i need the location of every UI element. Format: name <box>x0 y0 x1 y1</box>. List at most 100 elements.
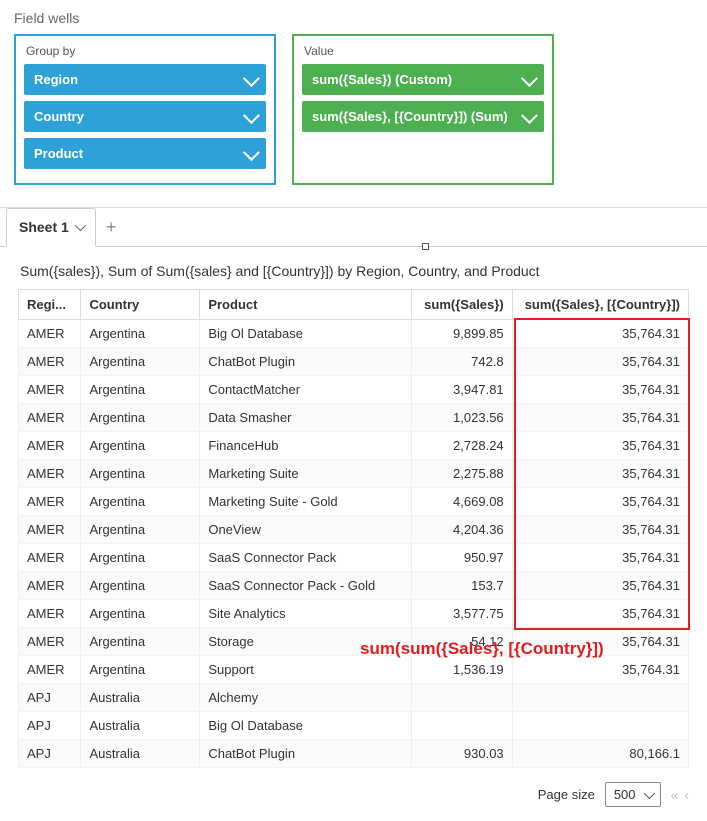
cell-country: Australia <box>81 684 200 712</box>
table-row[interactable]: APJAustraliaChatBot Plugin930.0380,166.1 <box>19 740 689 768</box>
cell-country: Australia <box>81 740 200 768</box>
cell-sum-sales-country: 35,764.31 <box>512 488 688 516</box>
cell-country: Argentina <box>81 544 200 572</box>
table-row[interactable]: AMERArgentinaOneView4,204.3635,764.31 <box>19 516 689 544</box>
field-wells-row: Group by Region Country Product Value su… <box>0 34 707 195</box>
group-by-title: Group by <box>24 42 266 64</box>
tab-sheet-1[interactable]: Sheet 1 <box>6 208 96 247</box>
selection-handle-icon[interactable] <box>422 243 429 250</box>
data-table-wrap: Regi... Country Product sum({Sales}) sum… <box>0 289 707 774</box>
cell-product: FinanceHub <box>200 432 412 460</box>
cell-product: Support <box>200 656 412 684</box>
table-row[interactable]: AMERArgentinaContactMatcher3,947.8135,76… <box>19 376 689 404</box>
value-pill-sum-sales[interactable]: sum({Sales}) (Custom) <box>302 64 544 95</box>
table-row[interactable]: AMERArgentinaSaaS Connector Pack - Gold1… <box>19 572 689 600</box>
add-sheet-button[interactable]: + <box>96 209 127 246</box>
value-pill-sum-sales-country[interactable]: sum({Sales}, [{Country}]) (Sum) <box>302 101 544 132</box>
cell-country: Argentina <box>81 628 200 656</box>
annotation-text: sum(sum({Sales}, [{Country}]) <box>360 639 604 659</box>
cell-region: AMER <box>19 320 81 348</box>
cell-sum-sales-country: 80,166.1 <box>512 740 688 768</box>
col-header-product[interactable]: Product <box>200 290 412 320</box>
cell-product: OneView <box>200 516 412 544</box>
table-row[interactable]: AMERArgentinaData Smasher1,023.5635,764.… <box>19 404 689 432</box>
table-row[interactable]: AMERArgentinaSupport1,536.1935,764.31 <box>19 656 689 684</box>
page-arrows: « ‹ <box>671 787 689 803</box>
cell-region: AMER <box>19 628 81 656</box>
cell-sum-sales-country: 35,764.31 <box>512 572 688 600</box>
cell-sum-sales: 950.97 <box>411 544 512 572</box>
group-pill-country[interactable]: Country <box>24 101 266 132</box>
table-row[interactable]: AMERArgentinaBig Ol Database9,899.8535,7… <box>19 320 689 348</box>
cell-region: AMER <box>19 404 81 432</box>
table-header-row: Regi... Country Product sum({Sales}) sum… <box>19 290 689 320</box>
prev-page-icon[interactable]: ‹ <box>684 787 689 803</box>
col-header-country[interactable]: Country <box>81 290 200 320</box>
first-page-icon[interactable]: « <box>671 787 679 803</box>
table-row[interactable]: AMERArgentinaMarketing Suite2,275.8835,7… <box>19 460 689 488</box>
table-row[interactable]: APJAustraliaBig Ol Database <box>19 712 689 740</box>
col-header-sum-sales[interactable]: sum({Sales}) <box>411 290 512 320</box>
cell-sum-sales-country <box>512 684 688 712</box>
col-header-sum-sales-country[interactable]: sum({Sales}, [{Country}]) <box>512 290 688 320</box>
field-wells-header: Field wells <box>0 0 707 34</box>
cell-product: Marketing Suite <box>200 460 412 488</box>
cell-sum-sales: 3,577.75 <box>411 600 512 628</box>
cell-region: AMER <box>19 600 81 628</box>
cell-country: Australia <box>81 712 200 740</box>
group-pill-region[interactable]: Region <box>24 64 266 95</box>
table-row[interactable]: AMERArgentinaSaaS Connector Pack950.9735… <box>19 544 689 572</box>
group-by-well: Group by Region Country Product <box>14 34 276 185</box>
cell-sum-sales-country: 35,764.31 <box>512 460 688 488</box>
cell-sum-sales-country: 35,764.31 <box>512 544 688 572</box>
chevron-down-icon <box>521 107 538 124</box>
cell-country: Argentina <box>81 432 200 460</box>
cell-region: APJ <box>19 740 81 768</box>
cell-sum-sales-country: 35,764.31 <box>512 404 688 432</box>
cell-country: Argentina <box>81 488 200 516</box>
cell-sum-sales: 153.7 <box>411 572 512 600</box>
cell-region: AMER <box>19 460 81 488</box>
cell-product: Marketing Suite - Gold <box>200 488 412 516</box>
cell-product: ContactMatcher <box>200 376 412 404</box>
cell-sum-sales: 4,669.08 <box>411 488 512 516</box>
chevron-down-icon <box>75 220 86 231</box>
chevron-down-icon <box>643 787 654 798</box>
cell-sum-sales: 1,536.19 <box>411 656 512 684</box>
cell-sum-sales: 2,275.88 <box>411 460 512 488</box>
value-well: Value sum({Sales}) (Custom) sum({Sales},… <box>292 34 554 185</box>
table-row[interactable]: AMERArgentinaFinanceHub2,728.2435,764.31 <box>19 432 689 460</box>
page-size-value: 500 <box>614 787 636 802</box>
pill-label: Product <box>34 146 83 161</box>
cell-region: AMER <box>19 572 81 600</box>
chevron-down-icon <box>243 144 260 161</box>
cell-sum-sales <box>411 712 512 740</box>
cell-sum-sales: 742.8 <box>411 348 512 376</box>
cell-sum-sales: 3,947.81 <box>411 376 512 404</box>
table-row[interactable]: AMERArgentinaMarketing Suite - Gold4,669… <box>19 488 689 516</box>
table-row[interactable]: AMERArgentinaChatBot Plugin742.835,764.3… <box>19 348 689 376</box>
page-size-select[interactable]: 500 <box>605 782 661 807</box>
cell-region: AMER <box>19 432 81 460</box>
cell-region: APJ <box>19 684 81 712</box>
cell-sum-sales-country <box>512 712 688 740</box>
col-header-region[interactable]: Regi... <box>19 290 81 320</box>
cell-sum-sales: 1,023.56 <box>411 404 512 432</box>
group-pill-product[interactable]: Product <box>24 138 266 169</box>
table-row[interactable]: AMERArgentinaSite Analytics3,577.7535,76… <box>19 600 689 628</box>
cell-country: Argentina <box>81 348 200 376</box>
cell-sum-sales: 4,204.36 <box>411 516 512 544</box>
pill-label: Country <box>34 109 84 124</box>
cell-sum-sales <box>411 684 512 712</box>
cell-country: Argentina <box>81 600 200 628</box>
cell-product: Alchemy <box>200 684 412 712</box>
cell-sum-sales: 930.03 <box>411 740 512 768</box>
cell-product: ChatBot Plugin <box>200 348 412 376</box>
table-row[interactable]: APJAustraliaAlchemy <box>19 684 689 712</box>
cell-region: AMER <box>19 488 81 516</box>
cell-sum-sales-country: 35,764.31 <box>512 348 688 376</box>
cell-country: Argentina <box>81 460 200 488</box>
pager: Page size 500 « ‹ <box>0 774 707 821</box>
cell-sum-sales: 9,899.85 <box>411 320 512 348</box>
cell-product: Big Ol Database <box>200 320 412 348</box>
